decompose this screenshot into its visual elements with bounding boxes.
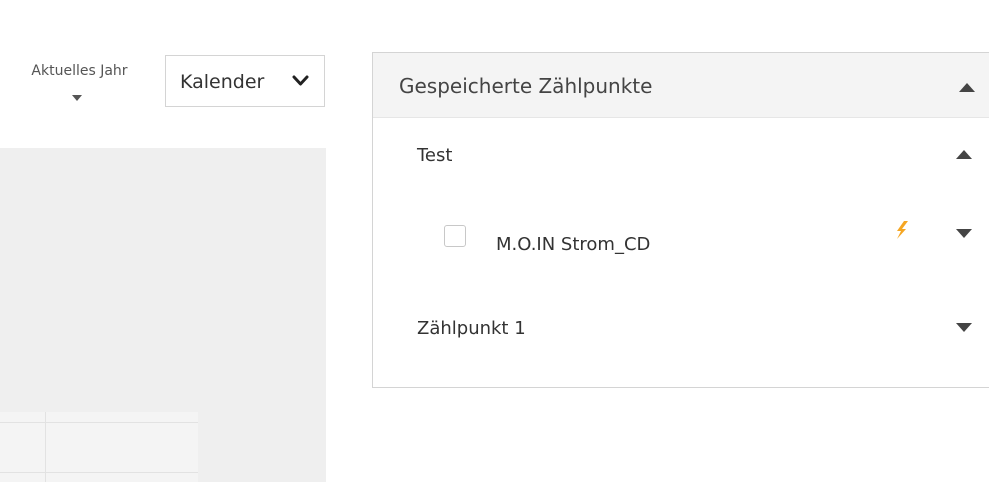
table-divider (45, 412, 46, 482)
bolt-icon (897, 221, 908, 239)
item-label-moin-strom[interactable]: M.O.IN Strom_CD (496, 233, 650, 257)
item-checkbox[interactable] (444, 225, 466, 247)
group-label-zaehlpunkt-1[interactable]: Zählpunkt 1 (417, 317, 526, 341)
chevron-down-icon (292, 75, 309, 86)
view-select[interactable]: Kalender (165, 55, 325, 107)
group-label-test[interactable]: Test (417, 144, 452, 168)
view-select-value: Kalender (180, 71, 265, 93)
saved-points-title: Gespeicherte Zählpunkte (399, 74, 653, 98)
collapse-group-icon[interactable] (956, 150, 972, 159)
collapse-panel-icon[interactable] (959, 83, 975, 92)
saved-points-panel: Gespeicherte Zählpunkte Test M.O.IN Stro… (372, 52, 989, 388)
saved-points-header[interactable]: Gespeicherte Zählpunkte (373, 53, 989, 118)
table-divider (0, 472, 198, 473)
period-dropdown-label[interactable]: Aktuelles Jahr (8, 62, 151, 80)
expand-item-icon[interactable] (956, 229, 972, 238)
expand-group-icon[interactable] (956, 323, 972, 332)
table-divider (0, 422, 198, 423)
period-dropdown-caret-icon[interactable] (72, 95, 82, 101)
